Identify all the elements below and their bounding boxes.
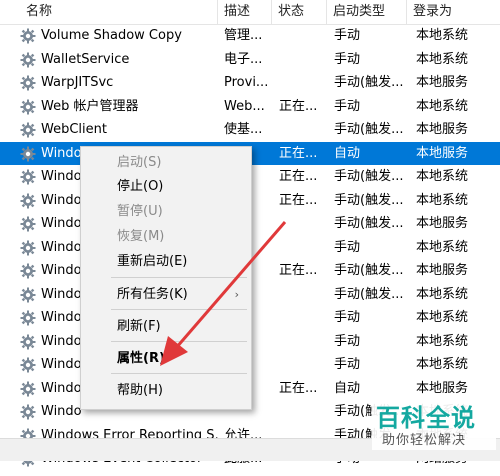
service-row[interactable]: Web 帐户管理器 Web... 正在... 手动 本地系统 [0,95,500,119]
service-status [272,71,327,95]
service-logon: 本地服务 [416,145,469,161]
service-logon: 本地系统 [416,310,469,325]
service-description: 管理... [224,28,263,43]
service-status: 正在... [279,263,318,278]
service-logon: 本地服务 [416,122,469,137]
service-startup-type: 自动 [334,380,361,396]
service-startup-type: 手动(触发... [334,75,404,90]
service-logon: 本地系统 [416,357,469,372]
service-logon: 本地系统 [416,192,469,208]
service-status: 正在... [279,145,318,161]
menu-item-refresh[interactable]: 刷新(F) [81,316,251,338]
service-status [272,118,327,142]
service-startup-type: 手动(触发... [334,286,404,302]
menu-separator [111,373,247,374]
service-logon: 本地服务 [416,75,469,90]
context-menu: 启动(S) 停止(O) 暂停(U) 恢复(M) 重新启动(E) 所有任务(K) … [80,146,252,410]
service-startup-type: 手动(触发... [334,216,404,231]
service-status [272,24,327,48]
service-name: WebClient [41,122,107,137]
service-status [272,48,327,72]
service-description: Provi... [224,75,269,90]
service-logon: 本地系统 [416,333,469,349]
watermark: 百科全说 助你轻松解决 [372,398,496,450]
service-row[interactable]: WalletService 电子... 手动 本地系统 [0,48,500,72]
service-startup-type: 手动(触发... [334,263,404,278]
service-logon: 本地系统 [416,239,469,255]
menu-item-pause[interactable]: 暂停(U) [81,201,251,223]
chevron-right-icon: › [234,288,239,301]
watermark-logo: 百科全说 [376,404,476,432]
menu-separator [111,341,247,342]
service-status: 正在... [279,380,318,396]
column-type-header[interactable]: 启动类型 [327,0,407,24]
service-name: Volume Shadow Copy [41,28,182,43]
menu-item-help[interactable]: 帮助(H) [81,380,251,402]
service-startup-type: 自动 [334,145,361,161]
service-logon: 本地服务 [416,380,469,396]
service-startup-type: 手动 [334,333,361,349]
service-status: 正在... [279,169,318,184]
service-logon: 本地系统 [416,98,469,114]
service-name: WarpJITSvc [41,75,114,90]
service-status [272,283,327,307]
service-logon: 本地服务 [416,216,469,231]
service-startup-type: 手动 [334,98,361,114]
column-logon-header[interactable]: 登录为 [407,0,500,24]
service-name: Web 帐户管理器 [41,98,139,114]
service-logon: 本地系统 [416,28,469,43]
service-status [272,400,327,424]
menu-item-all-tasks-label: 所有任务(K) [117,287,188,302]
menu-item-stop[interactable]: 停止(O) [81,176,251,198]
service-description: Web... [224,98,265,114]
service-startup-type: 手动 [334,51,361,67]
service-startup-type: 手动(触发... [334,192,404,208]
service-status [272,236,327,260]
column-status-header[interactable]: 状态 [272,0,327,24]
menu-item-resume[interactable]: 恢复(M) [81,226,251,248]
service-logon: 本地系统 [416,51,469,67]
service-startup-type: 手动(触发... [334,169,404,184]
service-status [272,330,327,354]
service-name: WalletService [41,51,130,67]
watermark-slogan: 助你轻松解决 [382,433,467,448]
service-logon: 本地系统 [416,169,469,184]
service-status: 正在... [279,98,318,114]
service-startup-type: 手动 [334,239,361,255]
service-row[interactable]: WebClient 使基... 手动(触发... 本地服务 [0,118,500,142]
column-header: 名称 描述 状态 启动类型 登录为 [0,0,500,25]
service-startup-type: 手动 [334,310,361,325]
menu-separator [111,309,247,310]
menu-item-restart[interactable]: 重新启动(E) [81,251,251,273]
service-status: 正在... [279,192,318,208]
service-startup-type: 手动(触发... [334,122,404,137]
service-row[interactable]: WarpJITSvc Provi... 手动(触发... 本地服务 [0,71,500,95]
service-row[interactable]: Volume Shadow Copy 管理... 手动 本地系统 [0,24,500,48]
service-description: 使基... [224,122,263,137]
service-logon: 本地系统 [416,286,469,302]
column-name-header[interactable]: 名称 [20,0,218,24]
service-description: 电子... [224,51,263,67]
service-status [272,212,327,236]
service-startup-type: 手动 [334,28,361,43]
service-status [272,306,327,330]
column-desc-header[interactable]: 描述 [218,0,272,24]
menu-item-start[interactable]: 启动(S) [81,152,251,174]
menu-item-all-tasks[interactable]: 所有任务(K) › [81,284,251,306]
service-startup-type: 手动 [334,357,361,372]
service-logon: 本地服务 [416,263,469,278]
menu-separator [111,277,247,278]
menu-item-properties[interactable]: 属性(R) [81,348,251,370]
service-status [272,353,327,377]
